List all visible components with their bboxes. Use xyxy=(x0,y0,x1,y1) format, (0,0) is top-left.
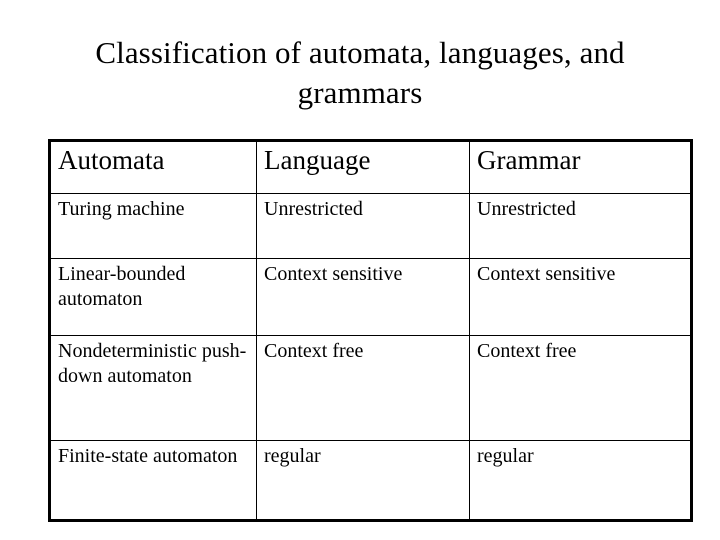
table-row: Turing machine Unrestricted Unrestricted xyxy=(49,193,692,259)
cell-automata-text: Finite-state automaton xyxy=(58,445,238,467)
cell-language-text: Context free xyxy=(264,340,364,362)
classification-table: Automata Language Grammar Turing machine… xyxy=(48,139,693,522)
slide: Classification of automata, languages, a… xyxy=(0,0,720,540)
cell-language: Context free xyxy=(256,335,470,441)
cell-automata-text: Nondeterministic push-down automaton xyxy=(58,340,247,387)
cell-language-text: Context sensitive xyxy=(264,263,403,285)
classification-table-container: Automata Language Grammar Turing machine… xyxy=(48,139,693,522)
cell-grammar-text: Context free xyxy=(477,340,577,362)
cell-automata: Nondeterministic push-down automaton xyxy=(49,335,257,441)
cell-language-text: regular xyxy=(264,445,321,467)
cell-grammar: Context free xyxy=(469,335,692,441)
table-row: Linear-bounded automaton Context sensiti… xyxy=(49,258,692,336)
cell-language: Context sensitive xyxy=(256,258,470,336)
cell-grammar: Context sensitive xyxy=(469,258,692,336)
cell-language: regular xyxy=(256,440,470,521)
column-header-automata-label: Automata xyxy=(58,145,165,175)
cell-automata: Linear-bounded automaton xyxy=(49,258,257,336)
cell-automata-text: Linear-bounded automaton xyxy=(58,263,186,310)
table-row: Finite-state automaton regular regular xyxy=(49,440,692,521)
column-header-language-label: Language xyxy=(264,145,371,175)
cell-language: Unrestricted xyxy=(256,193,470,259)
table-header-row: Automata Language Grammar xyxy=(49,140,692,194)
cell-automata-text: Turing machine xyxy=(58,198,185,220)
page-title: Classification of automata, languages, a… xyxy=(95,35,625,110)
cell-grammar: Unrestricted xyxy=(469,193,692,259)
cell-grammar: regular xyxy=(469,440,692,521)
cell-grammar-text: regular xyxy=(477,445,534,467)
cell-grammar-text: Context sensitive xyxy=(477,263,616,285)
cell-language-text: Unrestricted xyxy=(264,198,363,220)
column-header-grammar-label: Grammar xyxy=(477,145,581,175)
table-row: Nondeterministic push-down automaton Con… xyxy=(49,335,692,441)
cell-automata: Finite-state automaton xyxy=(49,440,257,521)
column-header-language: Language xyxy=(256,140,470,194)
column-header-automata: Automata xyxy=(49,140,257,194)
column-header-grammar: Grammar xyxy=(469,140,692,194)
cell-automata: Turing machine xyxy=(49,193,257,259)
cell-grammar-text: Unrestricted xyxy=(477,198,576,220)
